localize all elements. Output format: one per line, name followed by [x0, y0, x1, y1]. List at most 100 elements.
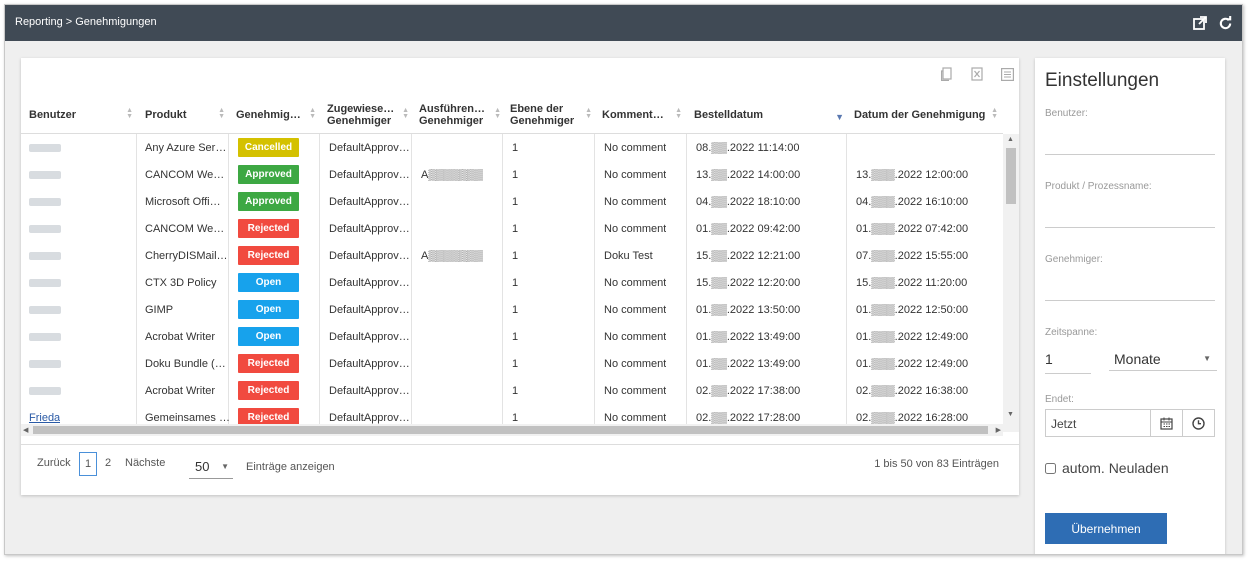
status-badge: Rejected — [238, 246, 299, 265]
cell-executing: A▒▒▒▒▒▒▒ — [421, 168, 483, 181]
vertical-scrollbar[interactable]: ▲ ▼ — [1003, 134, 1019, 432]
cell-comment: No comment — [604, 357, 667, 370]
cell-status: Approved — [238, 188, 299, 215]
cell-ordered: 01.▒▒.2022 09:42:00 — [696, 222, 801, 235]
scroll-right-arrow[interactable]: ▶ — [996, 426, 1001, 434]
table-row[interactable]: Any Azure Ser… Cancelled DefaultApprov… 1 No… — [21, 134, 1003, 161]
cell-level: 1 — [512, 303, 519, 316]
csv-icon[interactable] — [999, 66, 1015, 82]
column-header-genehmigung[interactable]: Genehmig… ▲ ▼ — [236, 96, 322, 134]
status-badge: Rejected — [238, 408, 299, 424]
cell-product: Any Azure Ser… — [145, 141, 227, 154]
column-header-ausfuehrender[interactable]: Ausführen… Genehmiger ▲ ▼ — [419, 96, 507, 134]
cell-status: Rejected — [238, 377, 299, 404]
cell-product: CANCOM We… — [145, 168, 225, 181]
column-header-ebene[interactable]: Ebene der Genehmiger ▲ ▼ — [510, 96, 598, 134]
table-row[interactable]: Frieda Gemeinsames … Rejected DefaultApprov… — [21, 404, 1003, 424]
sort-icon: ▲ ▼ — [309, 107, 316, 120]
timespan-unit-select[interactable]: Monate ▼ — [1109, 347, 1217, 371]
apply-button[interactable]: Übernehmen — [1045, 513, 1167, 544]
horizontal-scrollbar[interactable]: ◀ ▶ — [21, 424, 1003, 436]
cell-level: 1 — [512, 357, 519, 370]
cell-status: Approved — [238, 161, 299, 188]
table-row[interactable]: CANCOM We… Rejected DefaultApprov… 1 No comm… — [21, 215, 1003, 242]
sort-icon: ▲ ▼ — [675, 107, 682, 120]
ends-datetime-field[interactable]: Jetzt — [1045, 409, 1215, 437]
calendar-icon[interactable] — [1150, 410, 1182, 436]
cell-approved_at: 01.▒▒▒.2022 07:42:00 — [856, 222, 969, 235]
column-header-label: Benutzer — [29, 109, 77, 121]
timespan-value-input[interactable]: 1 — [1045, 351, 1053, 367]
product-filter-input[interactable] — [1045, 227, 1215, 228]
status-badge: Rejected — [238, 219, 299, 238]
settings-title: Einstellungen — [1045, 70, 1160, 91]
status-badge: Open — [238, 300, 299, 319]
cell-level: 1 — [512, 384, 519, 397]
page-size-value: 50 — [195, 459, 210, 474]
cell-user — [29, 377, 61, 404]
cell-status: Rejected — [238, 215, 299, 242]
page-1-button[interactable]: 1 — [79, 452, 98, 476]
external-link-icon[interactable] — [1191, 14, 1209, 32]
refresh-icon[interactable] — [1216, 14, 1234, 32]
cell-level: 1 — [512, 168, 519, 181]
redacted-user — [29, 143, 61, 152]
auto-reload-checkbox[interactable]: autom. Neuladen — [1045, 460, 1169, 476]
scroll-left-arrow[interactable]: ◀ — [23, 426, 28, 434]
redacted-user — [29, 224, 61, 233]
next-page-button[interactable]: Nächste — [125, 457, 165, 469]
column-header-bestelldatum[interactable]: Bestelldatum ▼ — [694, 96, 850, 134]
table-row[interactable]: CherryDISMail… Rejected DefaultApprov… A▒▒▒… — [21, 242, 1003, 269]
cell-product: CANCOM We… — [145, 222, 225, 235]
table-row[interactable]: GIMP Open DefaultApprov… 1 No comment 01.▒▒.2… — [21, 296, 1003, 323]
column-header-produkt[interactable]: Produkt ▲ ▼ — [145, 96, 231, 134]
scrollbar-thumb[interactable] — [1006, 148, 1016, 204]
column-header-kommentar[interactable]: Komment… ▲ ▼ — [602, 96, 688, 134]
cell-level: 1 — [512, 330, 519, 343]
cell-comment: No comment — [604, 330, 667, 343]
scroll-up-arrow[interactable]: ▲ — [1007, 136, 1014, 143]
cell-ordered: 01.▒▒.2022 13:49:00 — [696, 357, 801, 370]
sort-icon: ▲ ▼ — [402, 107, 409, 120]
cell-comment: No comment — [604, 222, 667, 235]
user-filter-input[interactable] — [1045, 154, 1215, 155]
cell-comment: No comment — [604, 411, 667, 424]
cell-level: 1 — [512, 195, 519, 208]
cell-user — [29, 350, 61, 377]
table-row[interactable]: Doku Bundle (… Rejected DefaultApprov… 1 No … — [21, 350, 1003, 377]
cell-approved_at: 02.▒▒▒.2022 16:38:00 — [856, 384, 969, 397]
scroll-down-arrow[interactable]: ▼ — [1007, 411, 1014, 418]
table-row[interactable]: CANCOM We… Approved DefaultApprov… A▒▒▒▒▒▒▒… — [21, 161, 1003, 188]
timespan-label: Zeitspanne: — [1045, 327, 1098, 338]
breadcrumb: Reporting > Genehmigungen — [15, 16, 157, 28]
page-2-button[interactable]: 2 — [105, 457, 111, 469]
page-size-select[interactable]: 50 ▼ — [189, 455, 233, 479]
status-badge: Open — [238, 327, 299, 346]
scrollbar-thumb[interactable] — [33, 426, 988, 434]
user-link[interactable]: Frieda — [29, 412, 60, 424]
column-header-zugewiesener[interactable]: Zugewiese… Genehmiger ▲ ▼ — [327, 96, 415, 134]
redacted-user — [29, 305, 61, 314]
cell-comment: No comment — [604, 276, 667, 289]
column-header-benutzer[interactable]: Benutzer ▲ ▼ — [29, 96, 139, 134]
column-header-label: Genehmig… — [236, 109, 301, 121]
table-row[interactable]: Acrobat Writer Rejected DefaultApprov… 1 No … — [21, 377, 1003, 404]
table-row[interactable]: Microsoft Offi… Approved DefaultApprov… 1 No… — [21, 188, 1003, 215]
cell-user — [29, 188, 61, 215]
sort-icon: ▲ ▼ — [218, 107, 225, 120]
ends-label: Endet: — [1045, 394, 1074, 405]
column-header-datum-genehmigung[interactable]: Datum der Genehmigung ▲ ▼ — [854, 96, 1004, 134]
redacted-user — [29, 251, 61, 260]
table-row[interactable]: CTX 3D Policy Open DefaultApprov… 1 No comme… — [21, 269, 1003, 296]
cell-ordered: 01.▒▒.2022 13:50:00 — [696, 303, 801, 316]
approver-filter-input[interactable] — [1045, 300, 1215, 301]
copy-icon[interactable] — [939, 66, 955, 82]
excel-icon[interactable] — [969, 66, 985, 82]
cell-approved_at: 07.▒▒▒.2022 15:55:00 — [856, 249, 969, 262]
cell-user — [29, 242, 61, 269]
clock-icon[interactable] — [1182, 410, 1214, 436]
cell-approved_at: 01.▒▒▒.2022 12:49:00 — [856, 357, 969, 370]
auto-reload-checkbox-input[interactable] — [1045, 462, 1056, 474]
table-row[interactable]: Acrobat Writer Open DefaultApprov… 1 No comm… — [21, 323, 1003, 350]
prev-page-button[interactable]: Zurück — [37, 457, 71, 469]
